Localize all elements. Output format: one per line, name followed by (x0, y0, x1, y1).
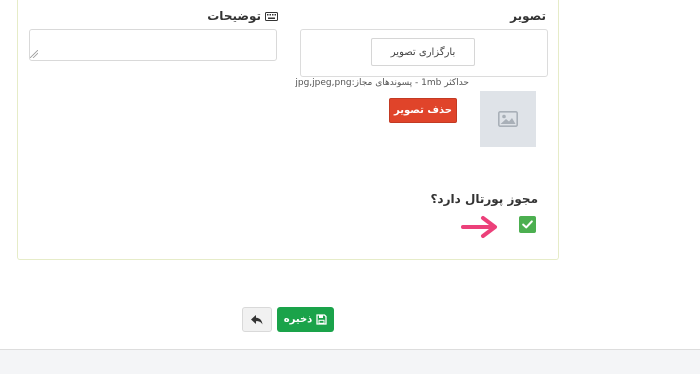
save-button[interactable]: ذخیره (277, 307, 334, 332)
portal-permission-checkbox[interactable] (519, 216, 536, 233)
save-icon (316, 314, 327, 325)
upload-image-button[interactable]: بارگزاری تصویر (371, 38, 475, 66)
keyboard-icon (265, 11, 278, 21)
resize-handle-icon[interactable] (30, 50, 38, 58)
description-textarea[interactable] (29, 29, 277, 61)
reply-icon (251, 314, 263, 324)
portal-permission-label: مجوز پورتال دارد؟ (430, 192, 538, 206)
image-preview (480, 91, 536, 147)
back-button[interactable] (242, 307, 272, 332)
delete-image-button[interactable]: حذف تصویر (389, 98, 457, 123)
check-icon (522, 220, 533, 229)
upload-hint: حداکثر 1mb - پسوندهای مجاز:jpg,jpeg,png (295, 78, 469, 88)
image-placeholder-icon (498, 111, 518, 127)
description-label: توضیحات (207, 9, 261, 23)
image-label: تصویر (510, 9, 546, 23)
save-button-label: ذخیره (283, 314, 313, 325)
page-footer (0, 350, 700, 374)
description-label-group: توضیحات (200, 8, 278, 24)
arrow-right-icon (461, 216, 497, 238)
